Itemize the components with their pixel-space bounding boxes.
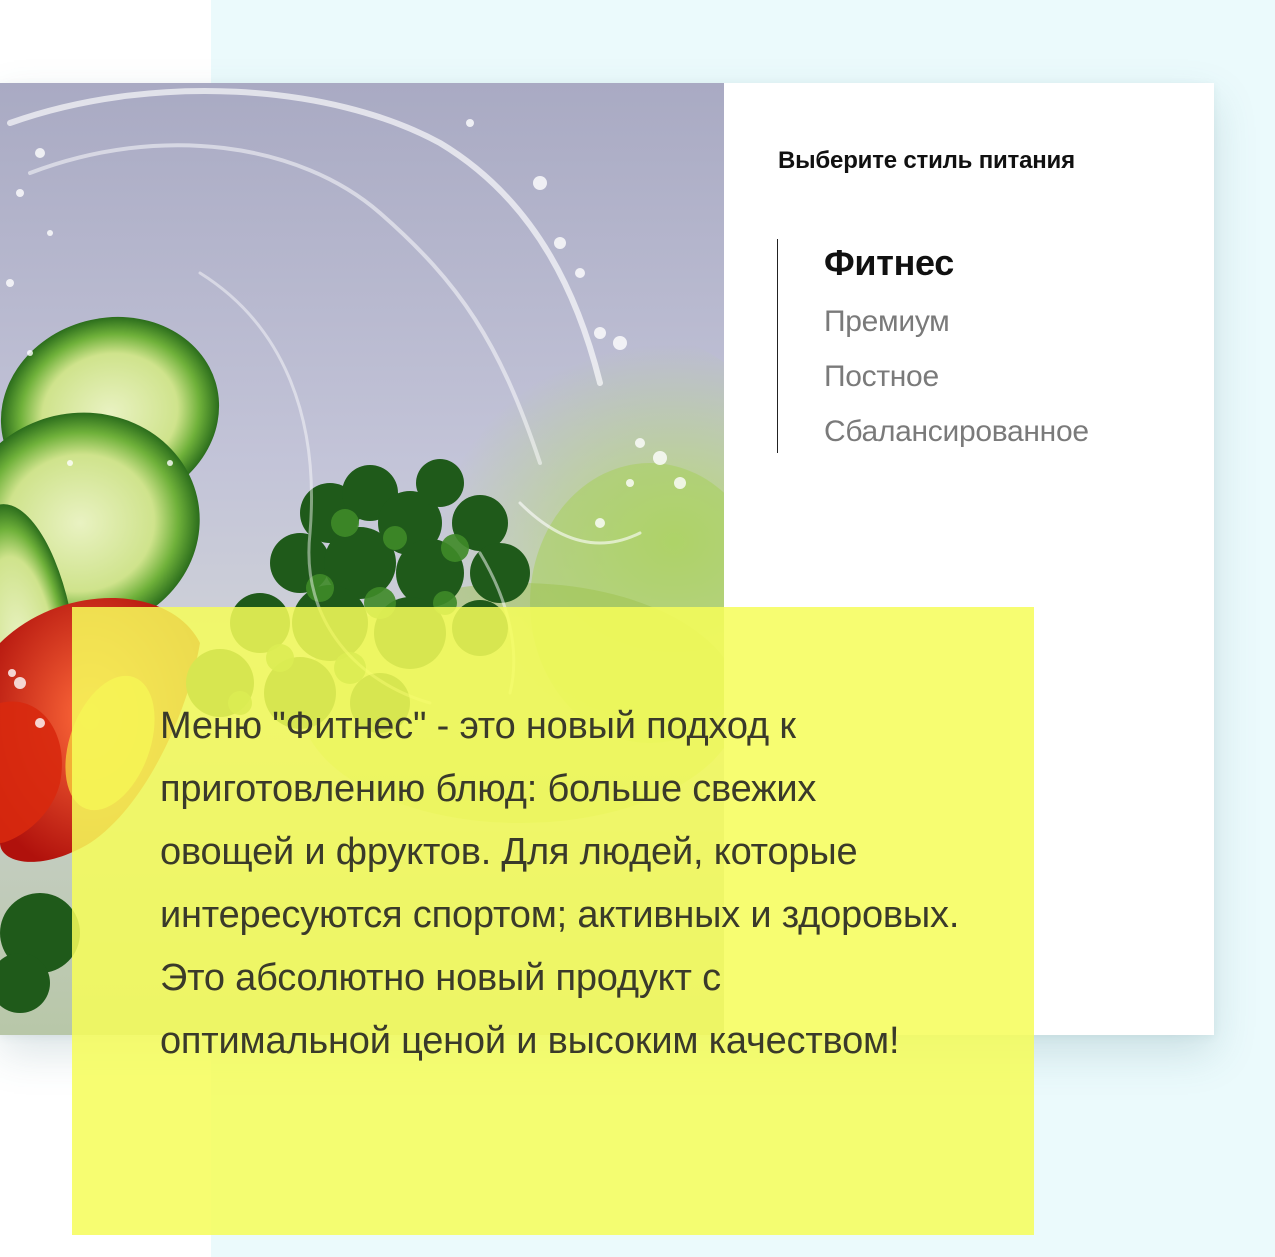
- panel-title: Выберите стиль питания: [778, 147, 1075, 174]
- description-box: Меню "Фитнес" - это новый подход к приго…: [72, 607, 1034, 1235]
- menu-item-lenten[interactable]: Постное: [824, 349, 1089, 404]
- menu-item-fitness[interactable]: Фитнес: [824, 239, 1089, 287]
- description-text: Меню "Фитнес" - это новый подход к приго…: [160, 705, 960, 1062]
- menu-item-premium[interactable]: Премиум: [824, 294, 1089, 349]
- menu-item-balanced[interactable]: Сбалансированное: [824, 404, 1089, 459]
- nutrition-style-menu: Фитнес Премиум Постное Сбалансированное: [777, 239, 1089, 453]
